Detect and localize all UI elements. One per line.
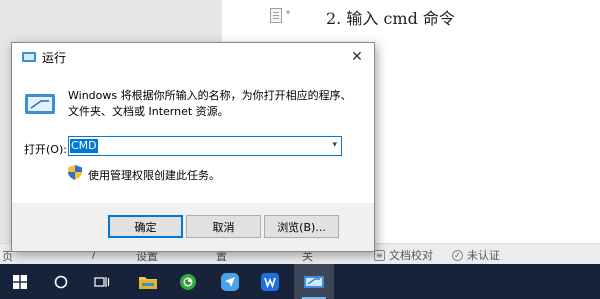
paper-plane-icon <box>221 272 239 291</box>
document-check-icon: ≡ <box>374 249 385 261</box>
paragraph-icon[interactable] <box>270 8 282 23</box>
admin-note: 使用管理权限创建此任务。 <box>88 169 220 182</box>
certification-label: 未认证 <box>467 249 500 262</box>
run-icon <box>22 52 36 62</box>
certification-button[interactable]: ✓ 未认证 <box>452 247 500 263</box>
uac-shield-icon <box>68 165 82 180</box>
run-large-icon <box>25 94 55 114</box>
cancel-button[interactable]: 取消 <box>186 215 261 238</box>
close-icon: ✕ <box>351 49 363 65</box>
title-bar[interactable]: 运行 ✕ <box>12 43 374 71</box>
document-heading: 2. 输入 cmd 命令 <box>326 9 455 28</box>
taskbar <box>0 264 600 299</box>
chevron-down-icon[interactable]: ▾ <box>286 8 290 17</box>
chevron-down-icon[interactable]: ▾ <box>332 140 337 150</box>
run-dialog: 运行 ✕ Windows 将根据你所输入的名称，为你打开相应的程序、文件夹、文档… <box>11 42 375 252</box>
dialog-description: Windows 将根据你所输入的名称，为你打开相应的程序、文件夹、文档或 Int… <box>68 89 352 118</box>
command-input-value[interactable]: CMD <box>70 139 98 153</box>
task-view-button[interactable] <box>82 264 122 299</box>
wps-button[interactable] <box>250 264 290 299</box>
folder-icon <box>139 276 157 289</box>
close-button[interactable]: ✕ <box>344 45 370 69</box>
start-button[interactable] <box>0 264 40 299</box>
browse-button[interactable]: 浏览(B)... <box>264 215 339 238</box>
task-view-icon <box>94 276 110 287</box>
run-app-icon <box>304 275 324 288</box>
windows-start-icon <box>13 274 27 289</box>
proofread-label: 文档校对 <box>389 249 433 262</box>
browser-icon <box>180 273 196 290</box>
cortana-button[interactable] <box>41 264 81 299</box>
file-explorer-button[interactable] <box>128 264 168 299</box>
proofread-button[interactable]: ≡ 文档校对 <box>374 247 433 263</box>
cortana-icon <box>54 275 68 288</box>
wps-icon <box>261 272 279 291</box>
feishu-button[interactable] <box>210 264 250 299</box>
open-combobox[interactable]: CMD ▾ <box>68 136 342 156</box>
shield-check-icon: ✓ <box>452 249 463 261</box>
button-bar: 确定 取消 浏览(B)... <box>12 203 374 251</box>
dialog-title: 运行 <box>42 51 67 65</box>
open-label: 打开(O): <box>24 143 67 156</box>
run-taskbar-button[interactable] <box>294 264 334 299</box>
ok-button[interactable]: 确定 <box>108 215 183 238</box>
browser-button[interactable] <box>168 264 208 299</box>
